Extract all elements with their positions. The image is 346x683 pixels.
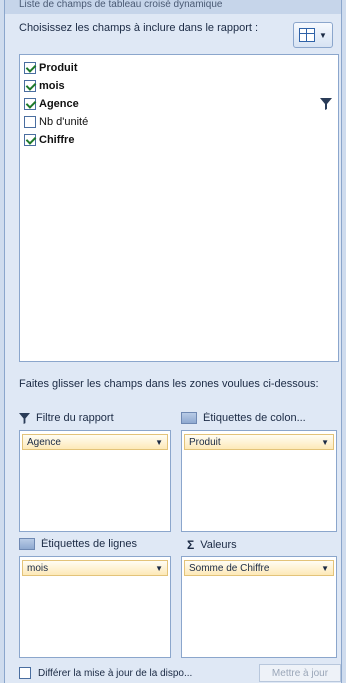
report-filter-label: Filtre du rapport — [36, 412, 114, 424]
field-row-mois[interactable]: mois — [24, 77, 334, 95]
field-list-layout-icon — [299, 28, 316, 42]
row-labels-header: Étiquettes de lignes — [19, 538, 174, 550]
field-checkbox-mois[interactable] — [24, 80, 36, 92]
values-header: Σ Valeurs — [187, 538, 337, 552]
field-checkbox-nb-unite[interactable] — [24, 116, 36, 128]
field-row-nb-unite[interactable]: Nb d'unité — [24, 113, 334, 131]
values-item-label: Somme de Chiffre — [189, 562, 270, 574]
column-labels-header: Étiquettes de colon... — [181, 412, 341, 424]
choose-fields-label: Choisissez les champs à inclure dans le … — [19, 22, 259, 34]
values-item[interactable]: Somme de Chiffre ▼ — [184, 560, 334, 576]
column-labels-item[interactable]: Produit ▼ — [184, 434, 334, 450]
column-labels-item-label: Produit — [189, 436, 221, 448]
row-area-icon — [19, 538, 35, 550]
chevron-down-icon[interactable]: ▼ — [321, 564, 329, 573]
row-labels-label: Étiquettes de lignes — [41, 538, 138, 550]
field-list-layout-button[interactable]: ▼ — [293, 22, 333, 48]
chevron-down-icon[interactable]: ▼ — [321, 438, 329, 447]
funnel-icon[interactable] — [320, 98, 332, 110]
row-labels-zone[interactable]: mois ▼ — [19, 556, 171, 658]
column-area-icon — [181, 412, 197, 424]
field-row-agence[interactable]: Agence — [24, 95, 334, 113]
pivot-field-list-panel: Liste de champs de tableau croisé dynami… — [4, 0, 342, 683]
defer-update-checkbox[interactable] — [19, 667, 31, 679]
row-labels-item-label: mois — [27, 562, 49, 574]
field-checkbox-produit[interactable] — [24, 62, 36, 74]
drag-fields-label: Faites glisser les champs dans les zones… — [19, 378, 319, 390]
field-checkbox-agence[interactable] — [24, 98, 36, 110]
sigma-icon: Σ — [187, 538, 195, 552]
row-labels-item[interactable]: mois ▼ — [22, 560, 168, 576]
defer-update-label: Différer la mise à jour de la dispo... — [38, 667, 193, 679]
chevron-down-icon[interactable]: ▼ — [155, 564, 163, 573]
report-filter-item-label: Agence — [27, 436, 61, 448]
footer-bar: Différer la mise à jour de la dispo... M… — [19, 664, 341, 682]
update-button[interactable]: Mettre à jour — [259, 664, 341, 682]
field-label-chiffre: Chiffre — [39, 134, 75, 146]
field-checkbox-chiffre[interactable] — [24, 134, 36, 146]
field-label-mois: mois — [39, 80, 65, 92]
field-row-produit[interactable]: Produit — [24, 59, 334, 77]
report-filter-zone[interactable]: Agence ▼ — [19, 430, 171, 532]
chevron-down-icon: ▼ — [319, 30, 327, 40]
field-label-nb-unite: Nb d'unité — [39, 116, 89, 128]
panel-title: Liste de champs de tableau croisé dynami… — [5, 0, 341, 14]
field-list-box: Produit mois Agence Nb d'unité Chiffre — [19, 54, 339, 362]
column-labels-zone[interactable]: Produit ▼ — [181, 430, 337, 532]
report-filter-header: Filtre du rapport — [19, 412, 174, 424]
field-row-chiffre[interactable]: Chiffre — [24, 131, 334, 149]
column-labels-label: Étiquettes de colon... — [203, 412, 306, 424]
funnel-icon — [19, 412, 30, 424]
values-label: Valeurs — [200, 539, 237, 551]
chevron-down-icon[interactable]: ▼ — [155, 438, 163, 447]
field-label-agence: Agence — [39, 98, 79, 110]
field-label-produit: Produit — [39, 62, 78, 74]
values-zone[interactable]: Somme de Chiffre ▼ — [181, 556, 337, 658]
report-filter-item[interactable]: Agence ▼ — [22, 434, 168, 450]
